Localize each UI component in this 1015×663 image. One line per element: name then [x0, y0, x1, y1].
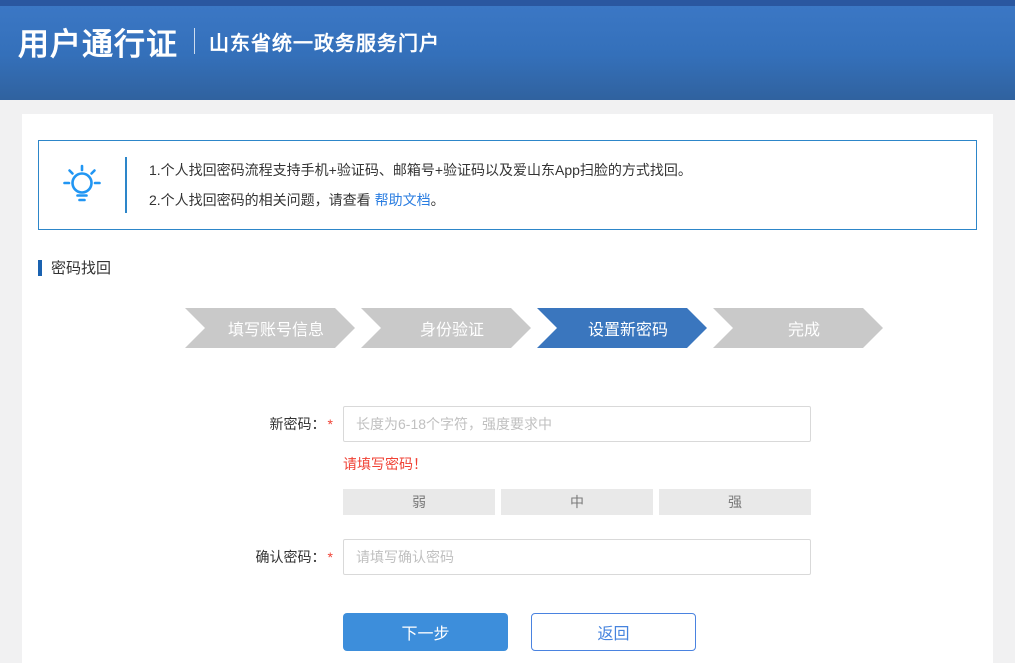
- strength-weak: 弱: [343, 489, 495, 515]
- new-password-label: 新密码：*: [38, 414, 333, 434]
- header: 用户通行证 山东省统一政务服务门户: [0, 0, 1015, 100]
- lightbulb-icon: [39, 161, 125, 209]
- button-row: 下一步 返回: [343, 613, 977, 651]
- required-asterisk: *: [328, 416, 333, 432]
- notice-line-2-suffix: 。: [431, 192, 445, 208]
- notice-line-2: 2.个人找回密码的相关问题，请查看 帮助文档。: [149, 185, 692, 215]
- header-divider: [194, 28, 195, 54]
- strength-strong: 强: [659, 489, 811, 515]
- step-2: 身份验证: [361, 308, 531, 348]
- password-strength-meter: 弱 中 强: [343, 489, 811, 515]
- help-doc-link[interactable]: 帮助文档: [375, 192, 431, 208]
- password-form: 新密码：* 请填写密码！ 弱 中 强 确认密码：* 下一步 返回: [38, 406, 977, 651]
- confirm-password-input[interactable]: [343, 539, 811, 575]
- notice-line-2-text: 2.个人找回密码的相关问题，请查看: [149, 192, 375, 208]
- step-wizard: 填写账号信息 身份验证 设置新密码 完成: [185, 308, 977, 348]
- strength-medium: 中: [501, 489, 653, 515]
- required-asterisk: *: [328, 549, 333, 565]
- step-3: 设置新密码: [537, 308, 707, 348]
- new-password-input[interactable]: [343, 406, 811, 442]
- header-subtitle: 山东省统一政务服务门户: [209, 27, 440, 56]
- notice-box: 1.个人找回密码流程支持手机+验证码、邮箱号+验证码以及爱山东App扫脸的方式找…: [38, 140, 977, 230]
- next-step-button[interactable]: 下一步: [343, 613, 508, 651]
- confirm-password-label: 确认密码：*: [38, 547, 333, 567]
- page-title: 用户通行证: [18, 19, 178, 64]
- section-title: 密码找回: [38, 257, 977, 278]
- section-title-bar: [38, 260, 42, 276]
- confirm-password-row: 确认密码：*: [38, 539, 977, 575]
- back-button[interactable]: 返回: [531, 613, 696, 651]
- step-1: 填写账号信息: [185, 308, 355, 348]
- password-error-message: 请填写密码！: [343, 454, 977, 474]
- section-title-text: 密码找回: [51, 257, 111, 278]
- notice-line-1: 1.个人找回密码流程支持手机+验证码、邮箱号+验证码以及爱山东App扫脸的方式找…: [149, 155, 692, 185]
- step-4: 完成: [713, 308, 883, 348]
- new-password-row: 新密码：*: [38, 406, 977, 442]
- main-card: 1.个人找回密码流程支持手机+验证码、邮箱号+验证码以及爱山东App扫脸的方式找…: [22, 114, 993, 663]
